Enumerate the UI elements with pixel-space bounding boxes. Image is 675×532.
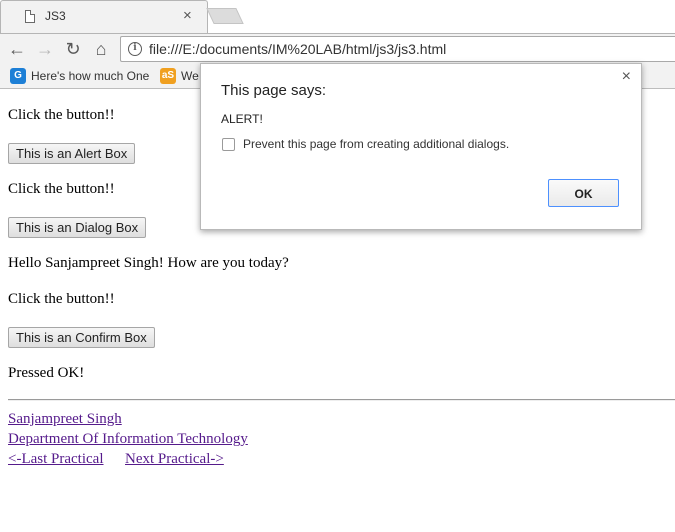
tab-title: JS3 (45, 9, 66, 23)
dialog-close-icon[interactable]: × (622, 68, 631, 86)
author-link[interactable]: Sanjampreet Singh (8, 411, 122, 428)
next-practical-link[interactable]: Next Practical-> (125, 451, 224, 468)
instruction-text: Click the button!! (8, 291, 115, 307)
alert-dialog: × This page says: ALERT! Prevent this pa… (200, 63, 642, 230)
instruction-text: Click the button!! (8, 107, 115, 123)
tab-js3[interactable]: JS3 × (0, 0, 208, 33)
divider (8, 399, 675, 401)
tab-strip: JS3 × (0, 0, 675, 33)
confirm-box-button[interactable]: This is an Confirm Box (8, 327, 155, 348)
prevent-dialogs-checkbox[interactable] (222, 138, 235, 151)
dialog-box-button[interactable]: This is an Dialog Box (8, 217, 147, 238)
dialog-title: This page says: (221, 82, 327, 99)
result-text: Pressed OK! (8, 365, 85, 381)
back-arrow-icon[interactable]: ← (6, 38, 28, 60)
last-practical-link[interactable]: <-Last Practical (8, 451, 104, 468)
ok-button[interactable]: OK (548, 179, 619, 207)
browser-toolbar: ← → ↻ ⌂ i file:///E:/documents/IM%20LAB/… (0, 33, 675, 63)
bookmark-g-icon: G (10, 68, 26, 84)
home-icon[interactable]: ⌂ (90, 38, 112, 60)
tab-close-icon[interactable]: × (183, 7, 192, 25)
instruction-text: Click the button!! (8, 181, 115, 197)
reload-icon[interactable]: ↻ (62, 38, 84, 60)
greeting-text: Hello Sanjampreet Singh! How are you tod… (8, 255, 289, 271)
bookmark-label: Here's how much One (31, 69, 150, 83)
department-link[interactable]: Department Of Information Technology (8, 431, 248, 448)
prevent-dialogs-label[interactable]: Prevent this page from creating addition… (243, 137, 509, 151)
address-bar[interactable]: i file:///E:/documents/IM%20LAB/html/js3… (120, 36, 675, 62)
dialog-message: ALERT! (221, 112, 263, 126)
info-icon[interactable]: i (128, 42, 142, 56)
bookmark-label: We (181, 69, 199, 83)
file-icon (25, 10, 35, 23)
url-text[interactable]: file:///E:/documents/IM%20LAB/html/js3/j… (149, 41, 446, 57)
new-tab-button[interactable] (206, 8, 244, 24)
bookmark-lastfm-icon: aS (160, 68, 176, 84)
forward-arrow-icon[interactable]: → (34, 38, 56, 60)
alert-box-button[interactable]: This is an Alert Box (8, 143, 136, 164)
